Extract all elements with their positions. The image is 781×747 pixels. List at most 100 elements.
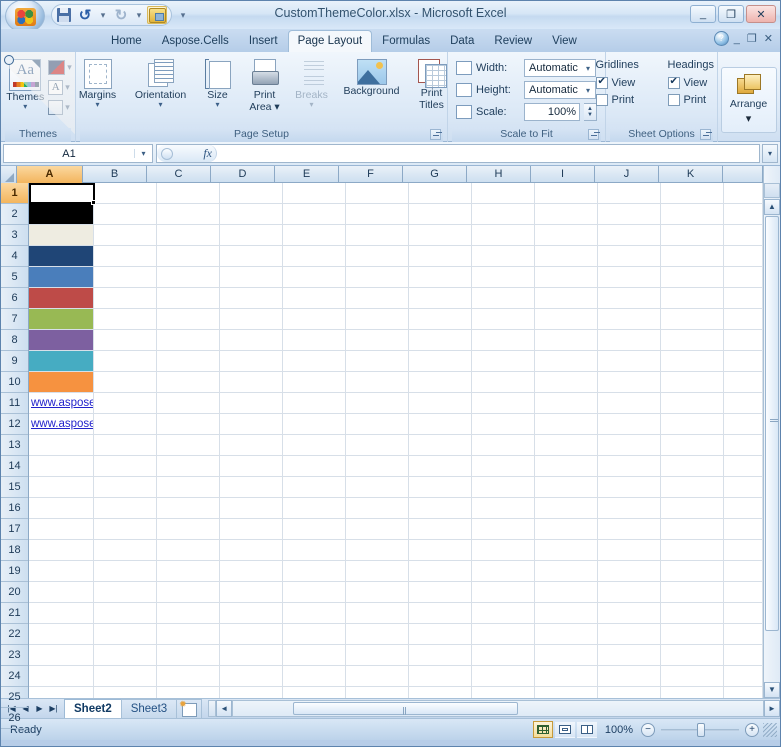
cell-F12[interactable]	[345, 414, 409, 435]
tab-aspose-cells[interactable]: Aspose.Cells	[152, 30, 239, 52]
scroll-right-button[interactable]: ►	[764, 700, 780, 717]
cell-E21[interactable]	[282, 603, 346, 624]
cell-C24[interactable]	[156, 666, 220, 687]
cell-A16[interactable]	[29, 498, 94, 519]
last-sheet-button[interactable]: ▶|	[47, 702, 60, 716]
horizontal-scrollbar[interactable]	[232, 700, 764, 717]
cell-I1[interactable]	[534, 183, 598, 204]
cell-D3[interactable]	[219, 225, 283, 246]
cell-partial-2[interactable]	[723, 204, 763, 225]
cell-K16[interactable]	[660, 498, 724, 519]
row-header-17[interactable]: 17	[1, 519, 28, 540]
cell-B15[interactable]	[93, 477, 157, 498]
cell-partial-7[interactable]	[723, 309, 763, 330]
cell-B13[interactable]	[93, 435, 157, 456]
cell-A14[interactable]	[29, 456, 94, 477]
cell-A12[interactable]: www.aspose.com	[29, 414, 94, 435]
cell-B18[interactable]	[93, 540, 157, 561]
column-header-a[interactable]: A	[17, 166, 83, 183]
scroll-left-button[interactable]: ◄	[216, 700, 233, 717]
zoom-slider[interactable]	[661, 722, 739, 737]
cell-H13[interactable]	[471, 435, 535, 456]
cell-J20[interactable]	[597, 582, 661, 603]
cell-A5[interactable]	[29, 267, 94, 288]
cell-partial-22[interactable]	[723, 624, 763, 645]
formula-input-area[interactable]: fx	[156, 144, 760, 163]
cell-I15[interactable]	[534, 477, 598, 498]
cell-K4[interactable]	[660, 246, 724, 267]
cell-E14[interactable]	[282, 456, 346, 477]
next-sheet-button[interactable]: ▶	[33, 702, 46, 716]
cell-B1[interactable]	[93, 183, 157, 204]
cell-J5[interactable]	[597, 267, 661, 288]
cell-J16[interactable]	[597, 498, 661, 519]
close-button[interactable]: ✕	[746, 5, 776, 23]
minimize-workbook-button[interactable]: _	[732, 33, 742, 45]
cell-C4[interactable]	[156, 246, 220, 267]
cell-K9[interactable]	[660, 351, 724, 372]
cell-C5[interactable]	[156, 267, 220, 288]
cell-B9[interactable]	[93, 351, 157, 372]
cell-A25[interactable]	[29, 687, 94, 698]
cell-E13[interactable]	[282, 435, 346, 456]
cell-C17[interactable]	[156, 519, 220, 540]
cell-E4[interactable]	[282, 246, 346, 267]
cell-G18[interactable]	[408, 540, 472, 561]
cell-J22[interactable]	[597, 624, 661, 645]
cell-F19[interactable]	[345, 561, 409, 582]
cell-C20[interactable]	[156, 582, 220, 603]
row-header-8[interactable]: 8	[1, 330, 28, 351]
cell-I18[interactable]	[534, 540, 598, 561]
cell-H16[interactable]	[471, 498, 535, 519]
cell-F9[interactable]	[345, 351, 409, 372]
cell-J19[interactable]	[597, 561, 661, 582]
zoom-in-button[interactable]: +	[745, 722, 759, 737]
cell-K13[interactable]	[660, 435, 724, 456]
cell-I13[interactable]	[534, 435, 598, 456]
cell-H10[interactable]	[471, 372, 535, 393]
page-setup-dialog-launcher[interactable]	[430, 129, 441, 140]
cell-H11[interactable]	[471, 393, 535, 414]
cell-E18[interactable]	[282, 540, 346, 561]
cell-K8[interactable]	[660, 330, 724, 351]
height-combo[interactable]: Automatic ▾	[524, 81, 596, 99]
row-header-21[interactable]: 21	[1, 603, 28, 624]
row-header-13[interactable]: 13	[1, 435, 28, 456]
cell-A15[interactable]	[29, 477, 94, 498]
cell-J13[interactable]	[597, 435, 661, 456]
column-header-f[interactable]: F	[339, 166, 403, 183]
cell-I16[interactable]	[534, 498, 598, 519]
restore-button[interactable]: ❐	[718, 5, 744, 23]
cell-F1[interactable]	[345, 183, 409, 204]
tab-insert[interactable]: Insert	[239, 30, 288, 52]
cell-K21[interactable]	[660, 603, 724, 624]
cell-E11[interactable]	[282, 393, 346, 414]
column-header-j[interactable]: J	[595, 166, 659, 183]
gridlines-print-checkbox[interactable]	[595, 93, 608, 106]
cell-K18[interactable]	[660, 540, 724, 561]
cell-B22[interactable]	[93, 624, 157, 645]
cell-I17[interactable]	[534, 519, 598, 540]
zoom-slider-thumb[interactable]	[697, 722, 705, 737]
cell-F6[interactable]	[345, 288, 409, 309]
horizontal-scroll-thumb[interactable]	[293, 702, 519, 715]
cell-F2[interactable]	[345, 204, 409, 225]
cell-B6[interactable]	[93, 288, 157, 309]
cell-J17[interactable]	[597, 519, 661, 540]
cell-F15[interactable]	[345, 477, 409, 498]
cell-E3[interactable]	[282, 225, 346, 246]
row-header-19[interactable]: 19	[1, 561, 28, 582]
cell-I10[interactable]	[534, 372, 598, 393]
row-header-24[interactable]: 24	[1, 666, 28, 687]
cell-H14[interactable]	[471, 456, 535, 477]
cell-G11[interactable]	[408, 393, 472, 414]
cell-D25[interactable]	[220, 687, 283, 698]
cell-partial-12[interactable]	[723, 414, 763, 435]
cell-J14[interactable]	[597, 456, 661, 477]
cell-A7[interactable]	[29, 309, 94, 330]
cell-G17[interactable]	[408, 519, 472, 540]
cell-partial-6[interactable]	[723, 288, 763, 309]
cell-E17[interactable]	[282, 519, 346, 540]
cell-partial-21[interactable]	[723, 603, 763, 624]
cell-H18[interactable]	[471, 540, 535, 561]
